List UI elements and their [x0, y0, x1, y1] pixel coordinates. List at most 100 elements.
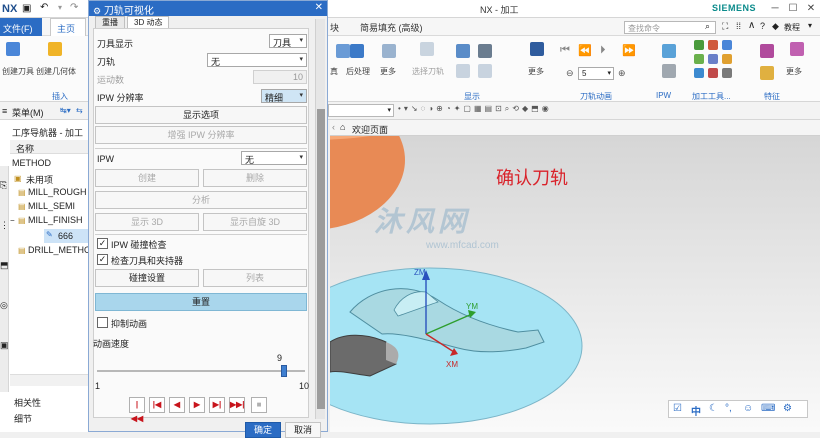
shop-doc-icon[interactable]: [708, 54, 718, 64]
config-icon[interactable]: [722, 68, 732, 78]
help-icon[interactable]: ?: [760, 21, 765, 31]
collapse-icon[interactable]: −: [10, 216, 15, 225]
create-tool-button[interactable]: 创建刀具: [2, 66, 34, 77]
more-feature-icon[interactable]: [790, 42, 804, 56]
more-button-1[interactable]: 更多: [380, 66, 396, 77]
display-options-button[interactable]: 显示选项: [95, 106, 307, 124]
camera-icon[interactable]: ◉: [542, 104, 552, 113]
command-search-input[interactable]: 查找命令: [624, 21, 716, 34]
rewind-button[interactable]: |◀◀: [129, 397, 145, 423]
create-geometry-icon[interactable]: [48, 42, 62, 56]
tab-welcome[interactable]: 欢迎页面: [352, 123, 388, 136]
dialog-close-button[interactable]: ✕: [315, 2, 323, 13]
postprocess-icon[interactable]: [350, 44, 364, 58]
tab-3d-dynamic[interactable]: 3D 动态: [127, 16, 170, 28]
ime-keyboard-icon[interactable]: ⌨: [761, 403, 775, 414]
ime-user-icon[interactable]: ☺: [743, 403, 753, 414]
window-layout-icon[interactable]: ⁞⁞: [736, 21, 741, 31]
quick-access-more-icon[interactable]: ▾: [58, 3, 62, 12]
save-icon[interactable]: ▣: [22, 3, 31, 14]
resource-icon-1[interactable]: ⎘: [0, 180, 7, 191]
collision-settings-button[interactable]: 碰撞设置: [95, 269, 199, 287]
more-display-icon[interactable]: [530, 42, 544, 56]
nav-details-panel[interactable]: 细节: [14, 412, 32, 425]
select-filter-icon[interactable]: ↹▾: [60, 106, 71, 115]
graphics-viewport[interactable]: ZM YM XM 确认刀轨 沐风网 www.mfcad.com ☑ 中 ☾ °,…: [330, 120, 820, 432]
tutorial-label[interactable]: 教程: [784, 22, 800, 33]
nav-item-mill-rough[interactable]: MILL_ROUGH: [28, 187, 87, 197]
machine-button[interactable]: 真: [330, 66, 338, 77]
ime-logo-icon[interactable]: ☑: [673, 403, 682, 414]
nav-scrollbar[interactable]: [10, 374, 90, 386]
ipw-icon[interactable]: [662, 44, 676, 58]
output-icon[interactable]: [708, 68, 718, 78]
suppress-animation-checkbox[interactable]: [97, 317, 108, 328]
select-toolpath-button[interactable]: 选择刀轨: [412, 66, 444, 77]
tab-home[interactable]: 主页: [50, 18, 86, 36]
snap-face-icon[interactable]: ▢: [463, 104, 474, 113]
create-tool-icon[interactable]: [6, 42, 20, 56]
anim-faster-icon[interactable]: ⊕: [618, 68, 626, 79]
enhance-ipw-button[interactable]: 增强 IPW 分辨率: [95, 126, 307, 144]
undo-icon[interactable]: ↶: [40, 2, 48, 13]
type-filter-select[interactable]: ▾: [328, 104, 394, 117]
snap-endpoint-icon[interactable]: ▾: [404, 104, 411, 113]
toolpath-select[interactable]: 无 ▾: [207, 53, 307, 67]
anim-speed-slider[interactable]: [97, 370, 305, 372]
snap-pole-icon[interactable]: ✦: [454, 104, 464, 113]
play-button[interactable]: ▶: [189, 397, 205, 413]
ipw-collision-checkbox[interactable]: ✓: [97, 238, 108, 249]
tutorial-icon[interactable]: ◆: [772, 21, 779, 32]
ipw-resolution-select[interactable]: 精细 ▾: [261, 89, 307, 103]
search-icon[interactable]: ⌕: [705, 21, 710, 32]
list-tool-icon[interactable]: [708, 40, 718, 50]
ipw-select[interactable]: 无 ▾: [241, 151, 307, 165]
cancel-button[interactable]: 取消: [285, 422, 321, 438]
snap-quadrant-icon[interactable]: ◑: [428, 104, 436, 113]
dialog-scrollbar[interactable]: [315, 19, 325, 419]
menu-icon[interactable]: ≡: [2, 106, 7, 116]
snap-bounded-icon[interactable]: ▤: [485, 104, 496, 113]
more-button-3[interactable]: 更多: [786, 66, 802, 77]
more-icon[interactable]: [382, 44, 396, 58]
home-icon[interactable]: ⌂: [340, 122, 345, 132]
tool-list-icon[interactable]: [694, 68, 704, 78]
redo-icon[interactable]: ↷: [70, 2, 78, 13]
resource-icon-5[interactable]: ▣: [0, 340, 9, 351]
display-tool-icon[interactable]: [456, 44, 470, 58]
ipw-2-icon[interactable]: [662, 64, 676, 78]
anim-speed-select[interactable]: 5 ▾: [578, 67, 614, 80]
snap-arc-icon[interactable]: ◔: [446, 104, 454, 113]
display-ipw-icon[interactable]: [478, 64, 492, 78]
ribbon-collapse-icon[interactable]: ∧: [748, 20, 755, 31]
machine-icon[interactable]: [336, 44, 350, 58]
play-reverse-button[interactable]: ◀: [169, 397, 185, 413]
resource-icon-2[interactable]: ⋮: [0, 220, 9, 231]
tab-replay[interactable]: 重播: [95, 16, 125, 28]
anim-slower-icon[interactable]: ⊖: [566, 68, 574, 79]
maximize-button[interactable]: ☐: [784, 2, 802, 15]
close-button[interactable]: ✕: [802, 2, 820, 15]
postprocess-button[interactable]: 后处理: [346, 66, 370, 77]
list-button[interactable]: 列表: [203, 269, 307, 287]
nav-item-mill-semi[interactable]: MILL_SEMI: [28, 201, 75, 211]
stop-button[interactable]: ■: [251, 397, 267, 413]
nav-item-mill-finish[interactable]: MILL_FINISH: [28, 215, 83, 225]
display-path-icon[interactable]: [456, 64, 470, 78]
feature-2-icon[interactable]: [760, 66, 774, 80]
step-back-button[interactable]: |◀: [149, 397, 165, 413]
resource-icon-3[interactable]: ⬒: [0, 260, 9, 271]
fullscreen-icon[interactable]: ⛶: [722, 21, 728, 32]
verify-icon[interactable]: [694, 40, 704, 50]
check-tool-holder-checkbox[interactable]: ✓: [97, 254, 108, 265]
column-name[interactable]: 名称: [16, 142, 34, 155]
ime-settings-icon[interactable]: ⚙: [783, 403, 792, 414]
menu-button[interactable]: 菜单(M): [12, 106, 44, 119]
more-button-2[interactable]: 更多: [528, 66, 544, 77]
show-3d-button[interactable]: 显示 3D: [95, 213, 199, 231]
ime-mode[interactable]: 中: [691, 403, 701, 418]
orient-icon[interactable]: ⬒: [531, 104, 542, 113]
motion-count-input[interactable]: 10: [253, 70, 307, 84]
tab-partial[interactable]: 块: [330, 21, 339, 34]
reset-button[interactable]: 重置: [95, 293, 307, 311]
